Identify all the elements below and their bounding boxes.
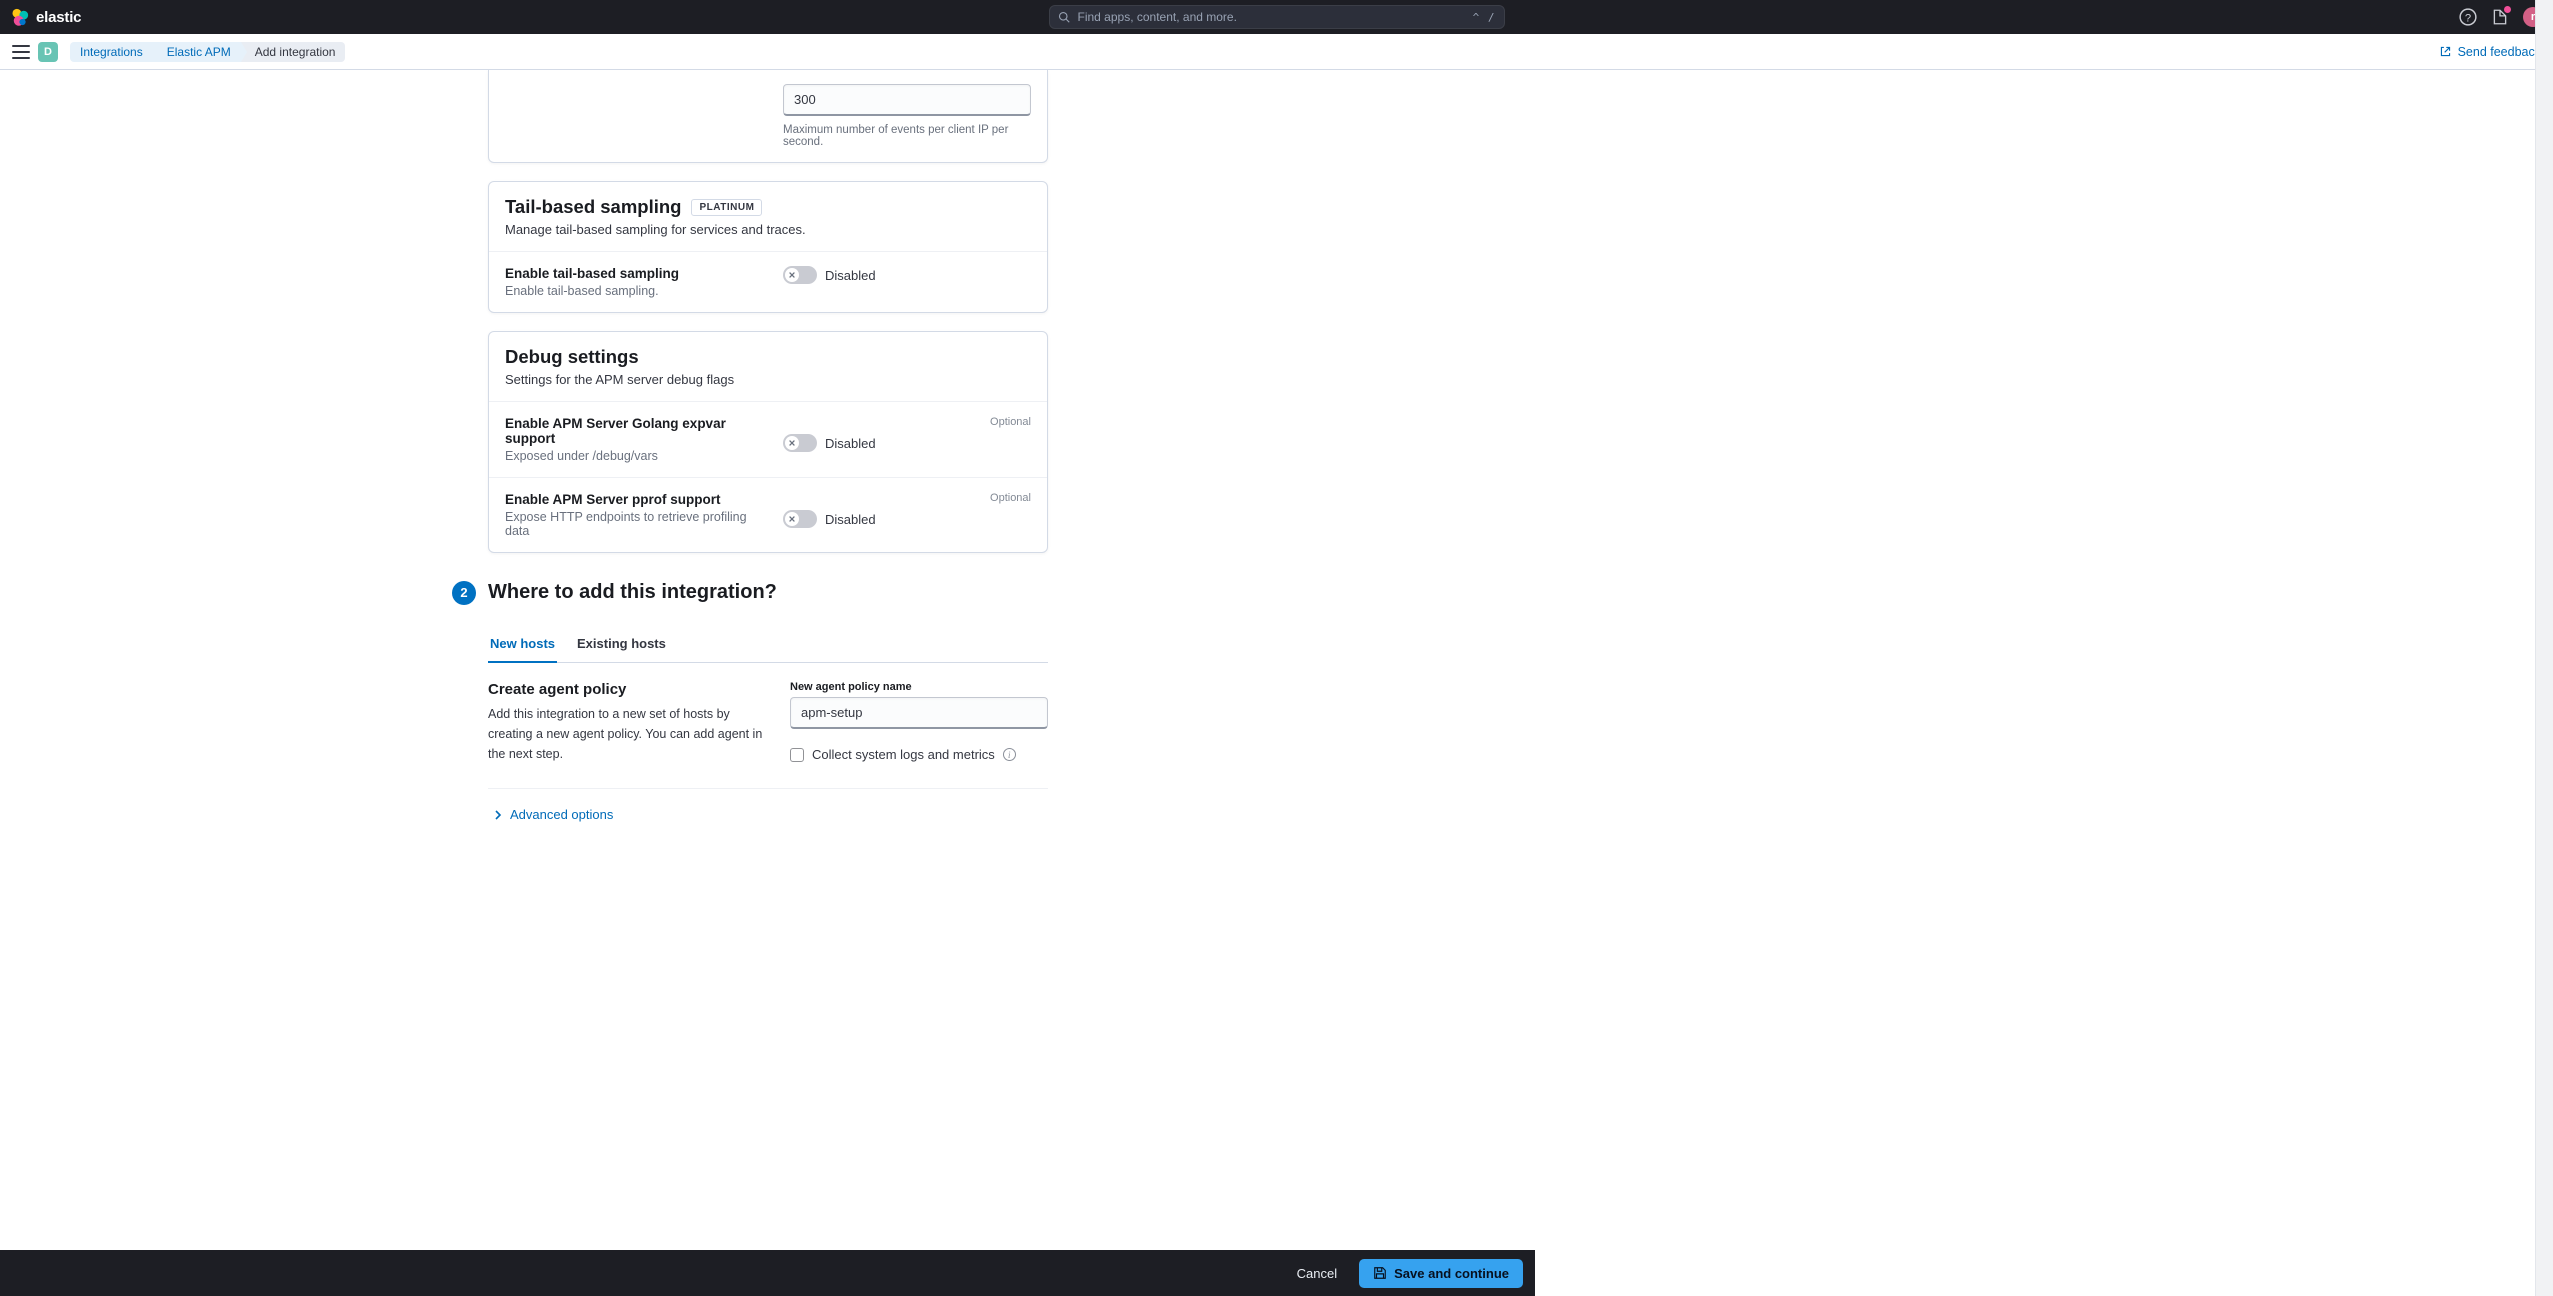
pprof-title: Enable APM Server pprof support: [505, 492, 767, 507]
send-feedback-link[interactable]: Send feedback: [2439, 45, 2541, 59]
search-shortcut: ^ /: [1473, 11, 1496, 24]
debug-title: Debug settings: [505, 346, 1031, 368]
footer-bar: Cancel Save and continue: [0, 1250, 1535, 1296]
enable-sampling-desc: Enable tail-based sampling.: [505, 284, 767, 298]
chevron-right-icon: [492, 809, 504, 821]
brand-logo[interactable]: elastic: [10, 7, 81, 27]
pprof-optional: Optional: [783, 492, 1031, 504]
brand-name: elastic: [36, 9, 81, 26]
search-icon: [1058, 11, 1070, 23]
step-2-title: Where to add this integration?: [488, 581, 777, 604]
search-placeholder: Find apps, content, and more.: [1078, 10, 1465, 24]
global-header: elastic Find apps, content, and more. ^ …: [0, 0, 2553, 34]
pprof-desc: Expose HTTP endpoints to retrieve profil…: [505, 510, 767, 538]
elastic-logo-icon: [10, 7, 30, 27]
sampling-toggle-label: Disabled: [825, 268, 876, 283]
rate-limit-card-partial: Maximum number of events per client IP p…: [488, 70, 1048, 163]
create-policy-title: Create agent policy: [488, 681, 770, 698]
pprof-toggle-label: Disabled: [825, 512, 876, 527]
space-selector[interactable]: D: [38, 42, 58, 62]
step-number-badge: 2: [452, 581, 476, 605]
policy-name-input[interactable]: [790, 697, 1048, 729]
save-and-continue-button[interactable]: Save and continue: [1359, 1259, 1523, 1288]
expvar-toggle-label: Disabled: [825, 436, 876, 451]
newsfeed-icon[interactable]: [2491, 8, 2509, 26]
expvar-title: Enable APM Server Golang expvar support: [505, 416, 767, 446]
svg-text:?: ?: [2465, 13, 2471, 25]
feedback-label: Send feedback: [2458, 45, 2541, 59]
notification-dot: [2504, 6, 2511, 13]
sampling-card: Tail-based sampling PLATINUM Manage tail…: [488, 181, 1048, 313]
cancel-button[interactable]: Cancel: [1287, 1260, 1347, 1287]
collect-logs-label: Collect system logs and metrics: [812, 747, 995, 762]
expvar-optional: Optional: [783, 416, 1031, 428]
debug-card: Debug settings Settings for the APM serv…: [488, 331, 1048, 553]
nav-toggle-button[interactable]: [12, 45, 30, 59]
policy-name-label: New agent policy name: [790, 681, 1048, 693]
enable-sampling-title: Enable tail-based sampling: [505, 266, 767, 281]
breadcrumb-elastic-apm[interactable]: Elastic APM: [153, 42, 241, 62]
hosts-tabs: New hosts Existing hosts: [488, 626, 1048, 663]
events-help-text: Maximum number of events per client IP p…: [783, 124, 1031, 148]
expvar-desc: Exposed under /debug/vars: [505, 449, 767, 463]
help-icon[interactable]: ?: [2459, 8, 2477, 26]
global-search[interactable]: Find apps, content, and more. ^ /: [1049, 5, 1505, 29]
advanced-options-label: Advanced options: [510, 807, 613, 822]
popout-icon: [2439, 45, 2452, 58]
tab-new-hosts[interactable]: New hosts: [488, 626, 557, 663]
sub-header: D Integrations Elastic APM Add integrati…: [0, 34, 2553, 70]
step-2-section: 2 Where to add this integration? New hos…: [488, 581, 1048, 826]
pprof-toggle[interactable]: [783, 510, 817, 528]
tab-existing-hosts[interactable]: Existing hosts: [575, 626, 668, 663]
advanced-options-toggle[interactable]: Advanced options: [488, 803, 1048, 826]
debug-desc: Settings for the APM server debug flags: [505, 372, 1031, 387]
info-icon[interactable]: i: [1003, 748, 1016, 761]
window-scrollbar[interactable]: [2535, 0, 2553, 1296]
create-policy-desc: Add this integration to a new set of hos…: [488, 704, 770, 764]
events-per-ip-input[interactable]: [783, 84, 1031, 116]
breadcrumb-add-integration: Add integration: [241, 42, 346, 62]
save-icon: [1373, 1266, 1387, 1280]
sampling-title: Tail-based sampling: [505, 196, 681, 218]
collect-logs-checkbox[interactable]: [790, 748, 804, 762]
enable-sampling-toggle[interactable]: [783, 266, 817, 284]
sampling-desc: Manage tail-based sampling for services …: [505, 222, 1031, 237]
breadcrumb: Integrations Elastic APM Add integration: [70, 42, 345, 62]
separator: [488, 788, 1048, 789]
space-initial: D: [44, 46, 52, 58]
main-content[interactable]: Maximum number of events per client IP p…: [0, 70, 1535, 1250]
save-button-label: Save and continue: [1394, 1266, 1509, 1281]
breadcrumb-integrations[interactable]: Integrations: [70, 42, 153, 62]
expvar-toggle[interactable]: [783, 434, 817, 452]
platinum-badge: PLATINUM: [691, 199, 762, 216]
